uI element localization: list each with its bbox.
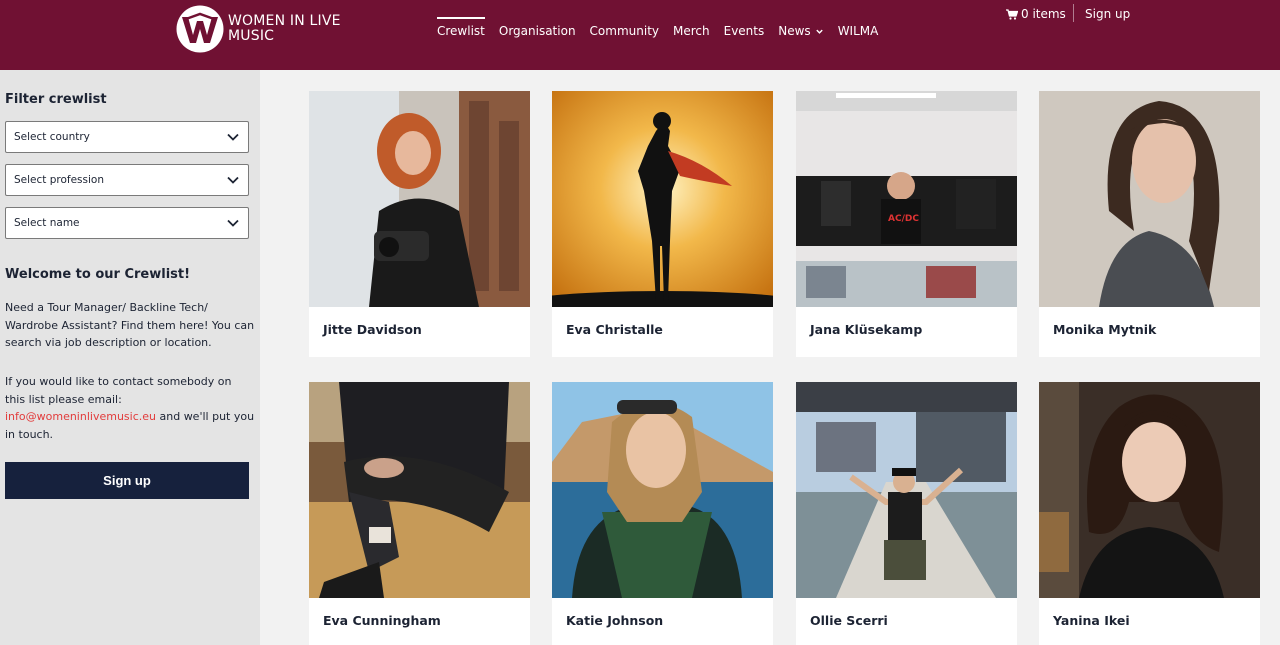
cart-count: 0 items — [1021, 7, 1066, 21]
nav-wilma[interactable]: WILMA — [838, 24, 879, 40]
crew-name: Jitte Davidson — [323, 322, 422, 337]
crew-name: Jana Klüsekamp — [810, 322, 923, 337]
logo-line1: WOMEN IN LIVE — [228, 13, 341, 29]
crew-card[interactable]: Jitte Davidson — [309, 91, 530, 357]
crew-card[interactable]: Ollie Scerri — [796, 382, 1017, 645]
crew-card[interactable]: Eva Christalle — [552, 91, 773, 357]
country-select-value: Select country — [14, 131, 90, 143]
crew-name: Ollie Scerri — [810, 613, 888, 628]
chevron-down-icon — [815, 29, 823, 34]
nav-merch[interactable]: Merch — [673, 24, 710, 40]
crew-name: Eva Cunningham — [323, 613, 441, 628]
nav-news-label: News — [778, 24, 811, 38]
contact-prefix: If you would like to contact somebody on… — [5, 375, 232, 406]
country-select[interactable]: Select country — [5, 121, 249, 153]
contact-email-link[interactable]: info@womeninlivemusic.eu — [5, 410, 156, 423]
wilm-logo-icon — [176, 5, 224, 53]
nav-news[interactable]: News — [778, 24, 823, 40]
nav-organisation[interactable]: Organisation — [499, 24, 576, 40]
contact-text: If you would like to contact somebody on… — [5, 373, 255, 443]
crew-photo — [1039, 91, 1260, 307]
profession-select-value: Select profession — [14, 174, 104, 186]
crew-name: Monika Mytnik — [1053, 322, 1157, 337]
crew-photo: AC/DC — [796, 91, 1017, 307]
crew-card[interactable]: Yanina Ikei — [1039, 382, 1260, 645]
cart-link[interactable]: 0 items — [1006, 7, 1066, 21]
filter-sidebar: Filter crewlist Select country Select pr… — [0, 70, 260, 645]
crew-name: Katie Johnson — [566, 613, 664, 628]
chevron-down-icon — [227, 176, 239, 184]
crew-photo — [552, 382, 773, 598]
nav-events[interactable]: Events — [724, 24, 765, 40]
filter-heading: Filter crewlist — [5, 92, 107, 107]
crew-name: Yanina Ikei — [1053, 613, 1130, 628]
nav-community[interactable]: Community — [590, 24, 659, 40]
crew-photo — [552, 91, 773, 307]
crew-photo — [796, 382, 1017, 598]
site-header: WOMEN IN LIVE MUSIC Crewlist Organisatio… — [0, 0, 1280, 70]
crew-name: Eva Christalle — [566, 322, 663, 337]
logo-line2: MUSIC — [228, 28, 275, 44]
crew-card[interactable]: Eva Cunningham — [309, 382, 530, 645]
main-nav: Crewlist Organisation Community Merch Ev… — [437, 17, 892, 40]
crew-card[interactable]: AC/DC Jana Klüsekamp — [796, 91, 1017, 357]
crew-card[interactable]: Katie Johnson — [552, 382, 773, 645]
header-signup-link[interactable]: Sign up — [1085, 7, 1130, 21]
crew-photo — [309, 382, 530, 598]
chevron-down-icon — [227, 133, 239, 141]
crew-photo — [309, 91, 530, 307]
crew-photo — [1039, 382, 1260, 598]
name-select-value: Select name — [14, 217, 80, 229]
cart-icon — [1006, 8, 1018, 20]
nav-crewlist[interactable]: Crewlist — [437, 17, 485, 40]
site-logo[interactable]: WOMEN IN LIVE MUSIC — [176, 5, 341, 53]
name-select[interactable]: Select name — [5, 207, 249, 239]
sidebar-signup-button[interactable]: Sign up — [5, 462, 249, 499]
chevron-down-icon — [227, 219, 239, 227]
crew-card[interactable]: Monika Mytnik — [1039, 91, 1260, 357]
header-divider — [1073, 4, 1074, 22]
logo-wordmark: WOMEN IN LIVE MUSIC — [228, 14, 341, 44]
profession-select[interactable]: Select profession — [5, 164, 249, 196]
svg-text:AC/DC: AC/DC — [888, 214, 919, 224]
intro-text: Need a Tour Manager/ Backline Tech/ Ward… — [5, 301, 255, 349]
welcome-heading: Welcome to our Crewlist! — [5, 267, 191, 282]
